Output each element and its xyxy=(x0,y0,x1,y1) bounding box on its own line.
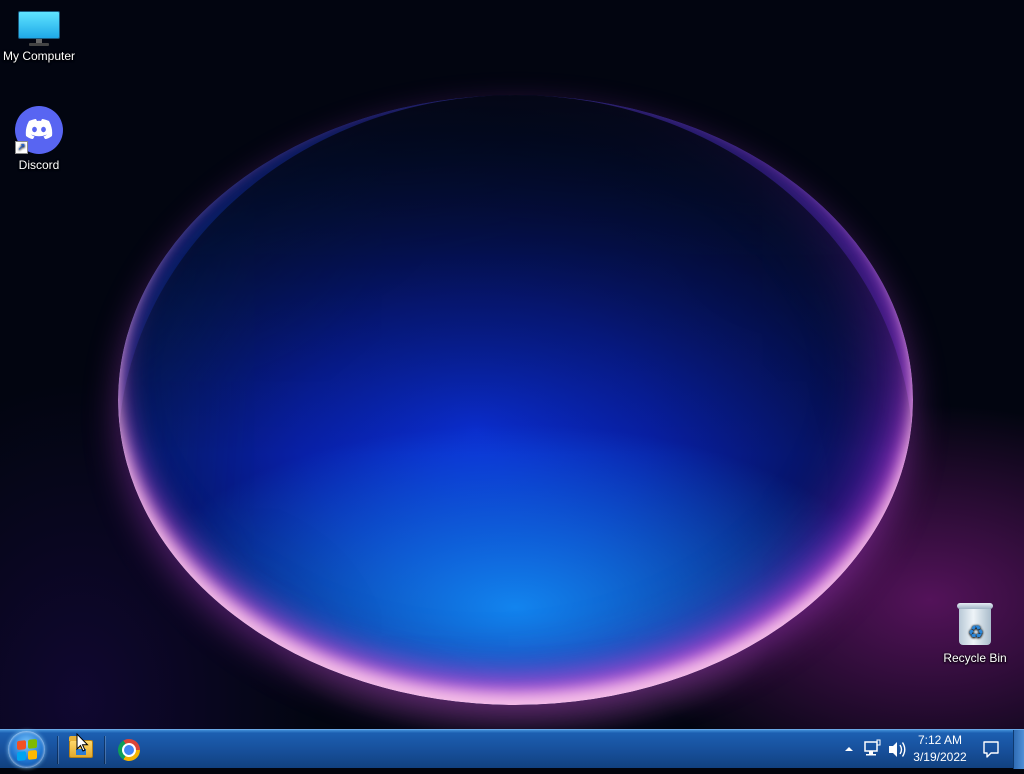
desktop-icon-discord[interactable]: ↗ Discord xyxy=(0,106,78,172)
chrome-icon xyxy=(118,739,140,761)
desktop-icon-my-computer[interactable]: My Computer xyxy=(0,11,78,63)
shortcut-arrow-icon: ↗ xyxy=(15,141,28,154)
taskbar-chrome-button[interactable] xyxy=(105,733,155,766)
taskbar-clock[interactable]: 7:12 AM 3/19/2022 xyxy=(905,732,975,766)
discord-icon: ↗ xyxy=(15,106,63,154)
mouse-pointer-icon xyxy=(76,733,89,752)
network-button[interactable] xyxy=(862,730,882,769)
desktop-icon-label: My Computer xyxy=(2,49,76,63)
recycle-bin-icon: ♻ xyxy=(957,603,993,647)
show-hidden-icons-button[interactable] xyxy=(842,730,856,769)
show-desktop-button[interactable] xyxy=(1013,730,1024,769)
show-hidden-icons-icon xyxy=(845,747,853,751)
desktop-icon-recycle-bin[interactable]: ♻ Recycle Bin xyxy=(936,603,1014,665)
start-button[interactable] xyxy=(8,731,45,768)
action-center-icon xyxy=(983,741,999,758)
computer-icon xyxy=(18,11,60,46)
desktop-icon-label: Discord xyxy=(18,158,60,172)
windows-start-icon xyxy=(17,738,37,762)
wallpaper-shade xyxy=(118,95,913,455)
taskbar: 7:12 AM 3/19/2022 xyxy=(0,729,1024,769)
desktop-icon-label: Recycle Bin xyxy=(943,651,1007,665)
clock-time: 7:12 AM xyxy=(917,733,963,747)
network-icon xyxy=(864,739,881,756)
clock-date: 3/19/2022 xyxy=(913,750,967,764)
action-center-button[interactable] xyxy=(980,730,1002,769)
desktop-background: My Computer ↗ Discord ♻ Recycle Bin xyxy=(0,0,1024,729)
